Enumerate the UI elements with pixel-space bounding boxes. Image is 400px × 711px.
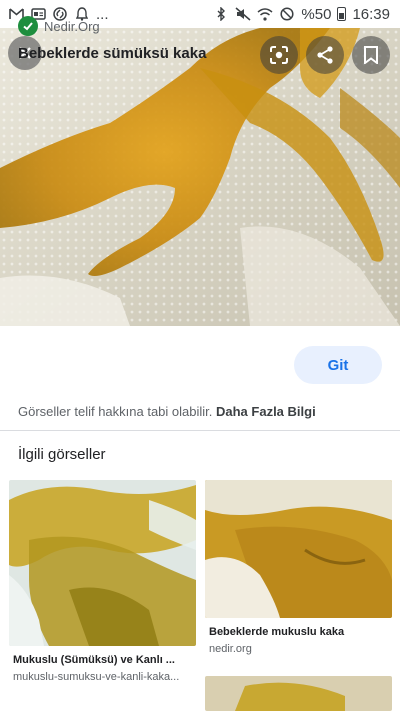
verified-check-icon [18, 16, 38, 36]
related-image-3[interactable] [205, 676, 392, 711]
bookmark-icon [364, 46, 378, 64]
save-button[interactable] [352, 36, 390, 74]
related-image-1[interactable] [9, 480, 196, 646]
related-image-1-photo [9, 480, 196, 646]
clock: 16:39 [352, 5, 390, 23]
related-heading: İlgili görseller [18, 446, 106, 463]
page-title[interactable]: Bebeklerde sümüksü kaka [18, 45, 206, 62]
related-item-1-title[interactable]: Mukuslu (Sümüksü) ve Kanlı ... [13, 654, 193, 666]
related-item-2-source: nedir.org [209, 643, 252, 655]
mute-icon [235, 7, 251, 21]
share-icon [317, 46, 333, 64]
more-info-link[interactable]: Daha Fazla Bilgi [216, 404, 316, 419]
google-lens-button[interactable] [260, 36, 298, 74]
copyright-text: Görseller telif hakkına tabi olabilir. [18, 404, 213, 419]
divider [0, 430, 400, 431]
bluetooth-icon [213, 7, 229, 21]
share-button[interactable] [306, 36, 344, 74]
related-image-4[interactable] [9, 705, 196, 711]
related-item-1-source: mukuslu-sumuksu-ve-kanli-kaka... [13, 671, 180, 683]
related-image-2-photo [205, 480, 392, 618]
copyright-notice: Görseller telif hakkına tabi olabilir. D… [18, 404, 316, 419]
related-item-2-title[interactable]: Bebeklerde mukuslu kaka [209, 626, 389, 638]
related-image-3-photo [205, 676, 392, 711]
battery-icon [337, 7, 347, 21]
main-image-photo [0, 28, 400, 326]
main-image[interactable] [0, 28, 400, 326]
source-row[interactable]: Nedir.Org [18, 16, 100, 36]
visit-button[interactable]: Git [294, 346, 382, 384]
google-lens-icon [270, 46, 288, 64]
do-not-disturb-icon [279, 7, 295, 21]
status-right: %50 16:39 [213, 6, 390, 23]
related-image-2[interactable] [205, 480, 392, 618]
wifi-icon [257, 7, 273, 21]
battery-percent: %50 [301, 5, 332, 23]
source-name: Nedir.Org [44, 18, 100, 34]
